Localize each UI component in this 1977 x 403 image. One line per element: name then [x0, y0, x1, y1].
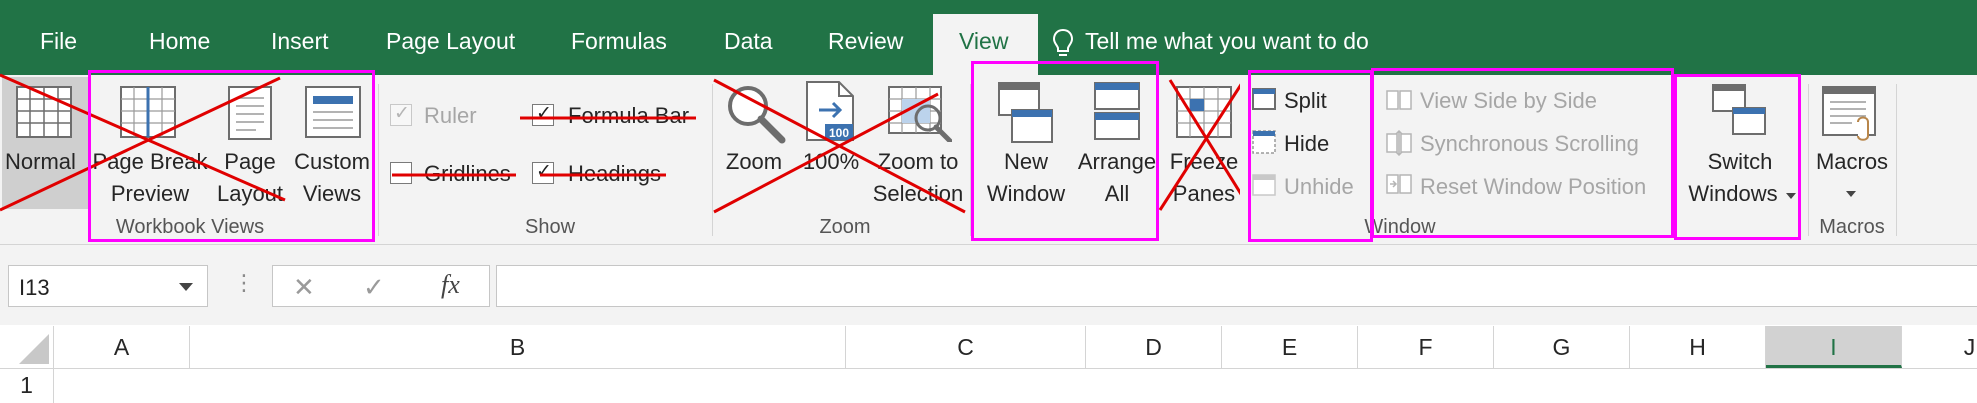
enter-icon[interactable]: ✓: [363, 272, 385, 303]
highlight-box-workbook-views: [88, 70, 375, 242]
tab-page-layout[interactable]: Page Layout: [386, 28, 515, 55]
column-header[interactable]: A: [54, 326, 190, 368]
highlight-box-switch-windows: [1674, 74, 1801, 240]
highlight-box-side-by-side: [1371, 68, 1674, 238]
column-header[interactable]: C: [846, 326, 1086, 368]
macros-icon[interactable]: [1822, 86, 1882, 142]
column-header[interactable]: G: [1494, 326, 1630, 368]
separator: [1896, 84, 1897, 236]
tab-data[interactable]: Data: [724, 28, 773, 55]
tab-home[interactable]: Home: [149, 28, 210, 55]
column-header[interactable]: E: [1222, 326, 1358, 368]
column-headers: A B C D E F G H I J: [0, 326, 1977, 369]
column-header-selected[interactable]: I: [1766, 326, 1902, 368]
drag-handle-icon[interactable]: ⋮: [233, 270, 255, 296]
column-header[interactable]: J: [1902, 326, 1977, 368]
lightbulb-icon: [1052, 28, 1074, 56]
tab-insert[interactable]: Insert: [271, 28, 329, 55]
chevron-down-icon[interactable]: [179, 283, 193, 291]
name-box[interactable]: I13: [8, 265, 208, 307]
tab-view[interactable]: View: [959, 28, 1008, 55]
highlight-box-new-window-arrange-all: [971, 61, 1159, 241]
insert-function-icon[interactable]: fx: [441, 270, 460, 300]
cancel-icon[interactable]: ✕: [293, 272, 315, 303]
name-box-value: I13: [19, 275, 50, 300]
formula-buttons: ✕ ✓ fx: [272, 265, 490, 307]
dropdown-arrow-icon[interactable]: [1846, 191, 1856, 197]
tab-file[interactable]: File: [40, 28, 77, 55]
highlight-box-split-hide-unhide: [1248, 70, 1373, 242]
column-header[interactable]: D: [1086, 326, 1222, 368]
separator: [1808, 84, 1809, 236]
select-all-corner[interactable]: [0, 326, 54, 368]
row-header[interactable]: 1: [0, 368, 54, 403]
tab-review[interactable]: Review: [828, 28, 903, 55]
macros-button-label[interactable]: Macros: [1810, 146, 1894, 178]
tab-formulas[interactable]: Formulas: [571, 28, 667, 55]
column-header[interactable]: B: [190, 326, 846, 368]
tell-me-search[interactable]: Tell me what you want to do: [1085, 28, 1369, 55]
group-label-macros: Macros: [1819, 216, 1885, 238]
column-header[interactable]: F: [1358, 326, 1494, 368]
formula-input[interactable]: [496, 265, 1977, 307]
select-all-icon: [19, 334, 49, 364]
column-header[interactable]: H: [1630, 326, 1766, 368]
